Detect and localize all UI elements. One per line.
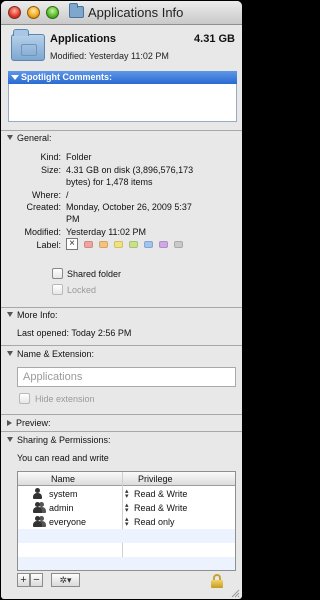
spotlight-comments-header[interactable]: Spotlight Comments: <box>8 71 237 84</box>
row-name: everyone <box>49 517 87 527</box>
spotlight-comments-label: Spotlight Comments: <box>21 72 112 82</box>
size-value-line1: 4.31 GB on disk (3,896,576,173 <box>66 165 194 175</box>
hide-extension-label: Hide extension <box>35 394 95 404</box>
last-opened: Last opened: Today 2:56 PM <box>17 328 132 338</box>
row-privilege[interactable]: Read only <box>134 517 175 527</box>
created-value-line1: Monday, October 26, 2009 5:37 <box>66 202 192 212</box>
table-row-empty <box>18 543 235 557</box>
created-value-line2: PM <box>66 214 80 224</box>
hide-extension-checkbox[interactable] <box>19 393 30 404</box>
column-header-privilege[interactable]: Privilege <box>138 474 173 484</box>
table-row[interactable]: admin ▴ ▾ Read & Write <box>18 501 235 515</box>
user-icon <box>32 488 43 500</box>
disclosure-triangle-icon[interactable] <box>7 135 13 140</box>
preview-heading: Preview: <box>16 418 51 428</box>
disclosure-triangle-icon[interactable] <box>11 75 19 80</box>
title-bar[interactable]: Applications Info <box>1 1 242 25</box>
disclosure-triangle-icon[interactable] <box>7 351 13 356</box>
sharing-heading: Sharing & Permissions: <box>17 435 111 445</box>
more-info-section-header[interactable]: More Info: <box>7 310 58 320</box>
label-color-swatch[interactable] <box>174 241 183 248</box>
item-name: Applications <box>50 33 117 45</box>
row-privilege[interactable]: Read & Write <box>134 503 187 513</box>
item-modified: Modified: Yesterday 11:02 PM <box>50 51 169 61</box>
table-row-empty <box>18 557 235 570</box>
row-name: admin <box>49 503 74 513</box>
sharing-summary: You can read and write <box>17 453 109 463</box>
modified-value: Yesterday 11:02 PM <box>66 227 147 237</box>
label-color-swatch[interactable] <box>84 241 93 248</box>
divider <box>1 307 242 308</box>
close-button[interactable] <box>8 6 21 19</box>
label-color-swatch[interactable] <box>144 241 153 248</box>
info-header: Applications 4.31 GB Modified: Yesterday… <box>1 26 242 69</box>
remove-user-button[interactable]: − <box>30 573 43 587</box>
sharing-section-header[interactable]: Sharing & Permissions: <box>7 435 111 445</box>
table-row[interactable]: everyone ▴ ▾ Read only <box>18 515 235 529</box>
updown-arrows-icon[interactable]: ▴ ▾ <box>125 502 129 514</box>
locked-checkbox[interactable] <box>52 284 63 295</box>
label-color-swatch[interactable] <box>159 241 168 248</box>
permissions-table: Name Privilege system ▴ ▾ Read & Write ad… <box>17 471 236 571</box>
disclosure-triangle-icon[interactable] <box>7 437 13 442</box>
label-label: Label: <box>36 240 61 250</box>
zoom-button[interactable] <box>46 6 59 19</box>
resize-grip-icon[interactable] <box>231 589 240 598</box>
general-section-header[interactable]: General: <box>7 133 52 143</box>
updown-arrows-icon[interactable]: ▴ ▾ <box>125 488 129 500</box>
disclosure-triangle-icon[interactable] <box>7 312 13 317</box>
group-icon <box>32 516 46 528</box>
where-label: Where: <box>31 190 61 200</box>
add-user-button[interactable]: + <box>17 573 30 587</box>
row-privilege[interactable]: Read & Write <box>134 489 187 499</box>
permissions-table-header: Name Privilege <box>18 472 235 486</box>
label-color-swatch[interactable] <box>114 241 123 248</box>
kind-label: Kind: <box>40 152 61 162</box>
where-value: / <box>66 190 69 200</box>
name-field[interactable]: Applications <box>17 367 236 387</box>
action-menu-button[interactable]: ✲▾ <box>51 573 80 587</box>
updown-arrows-icon[interactable]: ▴ ▾ <box>125 516 129 528</box>
created-label: Created: <box>26 202 61 212</box>
spotlight-comments-field[interactable] <box>8 84 237 122</box>
table-row-empty <box>18 529 235 543</box>
divider <box>1 130 242 131</box>
name-extension-heading: Name & Extension: <box>17 349 95 359</box>
size-label: Size: <box>40 165 61 175</box>
preview-section-header[interactable]: Preview: <box>7 418 51 428</box>
locked-label: Locked <box>67 285 97 295</box>
divider <box>1 345 242 346</box>
disclosure-triangle-icon[interactable] <box>7 420 12 426</box>
general-heading: General: <box>17 133 52 143</box>
divider <box>1 431 242 432</box>
info-window: Applications Info Applications 4.31 GB M… <box>1 1 242 599</box>
window-title: Applications Info <box>88 5 184 20</box>
table-row[interactable]: system ▴ ▾ Read & Write <box>18 487 235 501</box>
divider <box>1 414 242 415</box>
label-none-button[interactable]: × <box>66 238 78 250</box>
column-header-name[interactable]: Name <box>51 474 75 484</box>
kind-value: Folder <box>66 152 92 162</box>
minimize-button[interactable] <box>27 6 40 19</box>
shared-folder-checkbox[interactable] <box>52 268 63 279</box>
row-name: system <box>49 489 78 499</box>
folder-icon <box>11 29 45 61</box>
label-color-swatch[interactable] <box>99 241 108 248</box>
modified-label: Modified: <box>24 227 61 237</box>
more-info-heading: More Info: <box>17 310 58 320</box>
shared-folder-label: Shared folder <box>67 269 122 279</box>
lock-icon[interactable] <box>211 574 223 588</box>
group-icon <box>32 502 46 514</box>
label-color-swatch[interactable] <box>129 241 138 248</box>
item-size: 4.31 GB <box>194 33 235 45</box>
folder-icon <box>69 3 84 18</box>
name-extension-section-header[interactable]: Name & Extension: <box>7 349 94 359</box>
size-value-line2: bytes) for 1,478 items <box>66 177 153 187</box>
